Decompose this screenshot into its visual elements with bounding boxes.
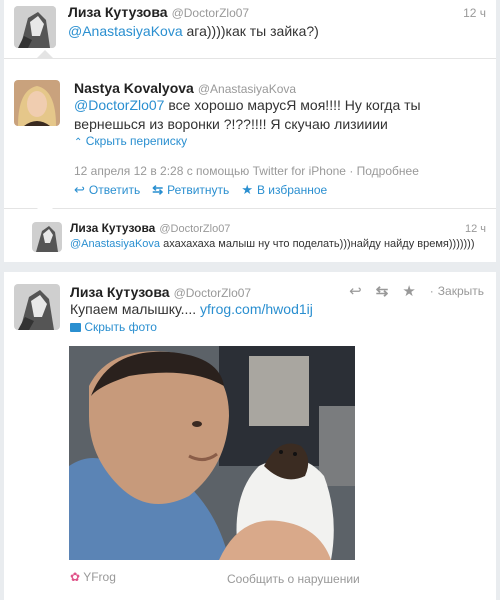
retweet-icon: ⇆ [152,182,164,197]
bullet-icon: · [429,284,434,298]
reply-icon: ↩ [74,182,85,197]
hide-photo-label: Скрыть фото [84,320,157,334]
hide-conversation-label: Скрыть переписку [85,134,188,148]
tweet-meta[interactable]: 12 апреля 12 в 2:28 с помощью Twitter fo… [74,164,419,178]
divider [4,208,496,209]
author-handle[interactable]: @DoctorZlo07 [172,6,250,20]
divider [4,58,496,59]
star-icon[interactable]: ★ [402,282,415,300]
avatar[interactable] [32,222,62,252]
reply-notch [37,50,53,58]
tweet-actions: ↩ Ответить ⇆ Ретвитнуть ★ В избранное [74,182,327,198]
tweet-body: Купаем малышку.... [70,301,201,317]
mention-link[interactable]: @DoctorZlo07 [74,97,164,113]
avatar-image [32,222,62,252]
report-link[interactable]: Сообщить о нарушении [227,572,360,586]
tweet-header: Лиза Кутузова @DoctorZlo07 [68,4,249,22]
star-icon: ★ [241,182,253,197]
avatar[interactable] [14,284,60,330]
conversation-card: Лиза Кутузова @DoctorZlo07 12 ч @Anastasi… [4,0,496,262]
avatar-image [14,6,56,48]
photo-tweet-card: Лиза Кутузова @DoctorZlo07 ↩ ⇆ ★ · Закрыть… [4,272,496,600]
hide-photo-link[interactable]: Скрыть фото [70,320,157,334]
author-handle[interactable]: @DoctorZlo07 [159,223,230,235]
close-label: Закрыть [437,284,484,298]
author-name[interactable]: Лиза Кутузова [68,4,168,20]
photo-icon [70,323,81,332]
chevron-up-icon: ⌃ [74,137,83,148]
tweet-body: ахахахаха малыш ну что поделать)))найду … [160,238,475,250]
tweet-hover-actions: ↩ ⇆ ★ · Закрыть [349,282,484,300]
close-link[interactable]: · Закрыть [430,284,484,298]
author-name[interactable]: Лиза Кутузова [70,221,155,235]
avatar[interactable] [14,6,56,48]
reply-button[interactable]: ↩ Ответить [74,182,140,198]
reply-notch [37,208,53,216]
tweet-photo[interactable] [69,346,355,560]
tweet-header: Лиза Кутузова @DoctorZlo07 [70,221,230,235]
retweet-icon[interactable]: ⇆ [376,282,389,300]
mention-link[interactable]: @AnastasiyaKova [68,23,183,39]
avatar-image [14,284,60,330]
photo-link[interactable]: yfrog.com/hwod1ij [200,301,313,317]
tweet-text: @AnastasiyaKova ага))))как ты зайка?) [68,22,478,41]
photo-source[interactable]: ✿ YFrog [70,570,116,584]
hide-conversation-link[interactable]: ⌃ Скрыть переписку [74,134,187,148]
mention-link[interactable]: @AnastasiyaKova [70,238,160,250]
favorite-label: В избранное [256,183,328,197]
yfrog-icon: ✿ [70,570,81,584]
tweet-time[interactable]: 12 ч [465,223,486,235]
tweet-body: ага))))как ты зайка?) [182,23,319,39]
reply-label: Ответить [88,183,141,197]
author-handle[interactable]: @DoctorZlo07 [174,286,252,300]
photo-image [69,346,355,560]
avatar-image [14,80,60,126]
favorite-button[interactable]: ★ В избранное [241,182,327,198]
author-name[interactable]: Nastya Kovalyova [74,80,194,96]
tweet-text: Купаем малышку.... yfrog.com/hwod1ij [70,300,480,319]
tweet-time[interactable]: 12 ч [463,6,486,20]
retweet-button[interactable]: ⇆ Ретвитнуть [152,182,229,198]
retweet-label: Ретвитнуть [167,183,230,197]
source-label: YFrog [83,570,116,584]
tweet-text: @AnastasiyaKova ахахахаха малыш ну что п… [70,237,490,252]
tweet-text: @DoctorZlo07 все хорошо марусЯ моя!!!! Н… [74,96,486,134]
author-handle[interactable]: @AnastasiyaKova [198,82,296,96]
reply-icon[interactable]: ↩ [349,282,362,300]
author-name[interactable]: Лиза Кутузова [70,284,170,300]
avatar[interactable] [14,80,60,126]
